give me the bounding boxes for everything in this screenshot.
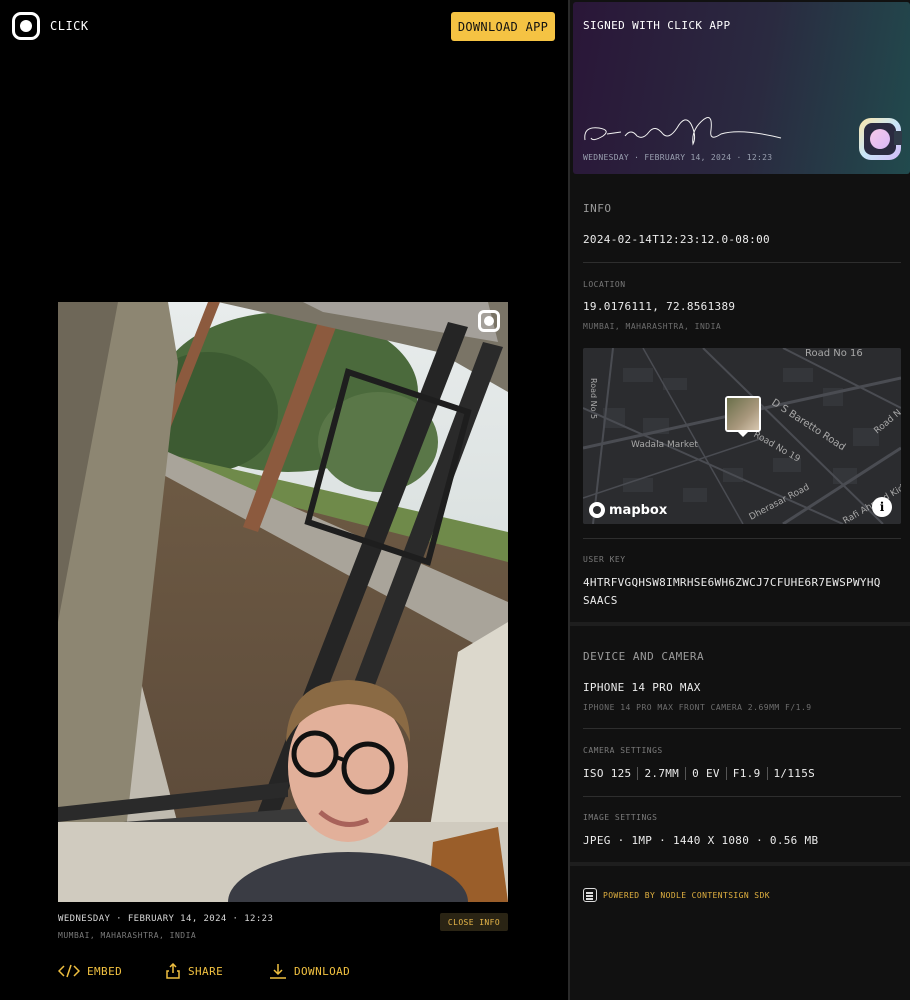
click-logo-icon[interactable] [12,12,40,40]
selfie-photo [58,302,508,902]
close-info-button[interactable]: CLOSE INFO [440,913,508,931]
click-watermark-icon [478,310,500,332]
info-section-title: INFO [583,202,612,215]
divider [583,728,901,729]
share-icon [166,963,180,979]
camera-settings-label: CAMERA SETTINGS [583,746,663,755]
download-button[interactable]: DOWNLOAD [269,962,350,980]
image-settings-value: JPEG · 1MP · 1440 X 1080 · 0.56 MB [583,834,819,847]
separator [685,767,687,780]
handwritten-signature [584,117,782,146]
map-label-road16: Road No 16 [805,348,863,359]
user-key-line-1: 4HTRFVGQHSW8IMRHSE6WH6ZWCJ7CFUHE6R7EWSPW… [583,576,881,589]
map-label-wadala: Wadala Market [631,440,698,450]
exposure-value: 0 EV [692,767,720,780]
user-key-line-2: SAACS [583,594,618,607]
selfie-image [58,302,508,902]
user-key-label: USER KEY [583,555,626,564]
code-icon [58,964,80,978]
powered-by-link[interactable]: POWERED BY NODLE CONTENTSIGN SDK [583,888,770,902]
mapbox-logo-icon [589,502,605,518]
camera-description: IPHONE 14 PRO MAX FRONT CAMERA 2.69MM F/… [583,703,812,712]
separator [766,767,768,780]
gps-coordinates: 19.0176111, 72.8561389 [583,300,736,313]
brand-name: CLICK [50,19,89,33]
divider [583,796,901,797]
location-map[interactable]: Road No 16 D S Baretto Road Road No 19 W… [583,348,901,524]
download-label: DOWNLOAD [294,964,351,978]
device-model: IPHONE 14 PRO MAX [583,681,701,694]
separator [725,767,727,780]
click-app-logo-icon [859,118,902,160]
embed-button[interactable]: EMBED [58,962,122,980]
document-icon [583,888,597,902]
share-button[interactable]: SHARE [165,962,223,980]
location-place: MUMBAI, MAHARASHTRA, INDIA [583,322,722,331]
location-label: LOCATION [583,280,626,289]
photo-date: WEDNESDAY · FEBRUARY 14, 2024 · 12:23 [58,914,274,924]
capture-timestamp: 2024-02-14T12:23:12.0-08:00 [583,233,770,246]
share-label: SHARE [188,964,224,978]
info-panel: SIGNED WITH CLICK APP WEDNESDAY · FEBRUA… [570,0,910,1000]
mapbox-wordmark: mapbox [609,502,668,518]
focal-length-value: 2.7MM [644,767,680,780]
divider [583,262,901,263]
map-info-icon[interactable]: i [872,497,892,517]
shutter-speed-value: 1/115S [773,767,816,780]
download-icon [270,964,286,979]
signature-date: WEDNESDAY · FEBRUARY 14, 2024 · 12:23 [583,153,773,162]
signature-card: SIGNED WITH CLICK APP WEDNESDAY · FEBRUA… [573,2,910,174]
device-section-title: DEVICE AND CAMERA [583,650,705,663]
map-label-road-left: Road No 5 [589,378,598,419]
section-divider [570,862,910,866]
photo-location-pin[interactable] [725,396,761,437]
embed-label: EMBED [87,964,123,978]
photo-location: MUMBAI, MAHARASHTRA, INDIA [58,931,197,940]
aperture-value: F1.9 [732,767,761,780]
section-divider [570,622,910,626]
iso-value: ISO 125 [583,767,632,780]
photo-pane: CLICK DOWNLOAD APP WEDNESDAY · FEBRUARY … [0,0,568,1000]
powered-by-label: POWERED BY NODLE CONTENTSIGN SDK [603,890,770,900]
separator [637,767,639,780]
mapbox-attribution[interactable]: mapbox [589,502,667,518]
divider [583,538,901,539]
download-app-button[interactable]: DOWNLOAD APP [451,12,555,41]
image-settings-label: IMAGE SETTINGS [583,813,658,822]
camera-settings: ISO 125 2.7MM 0 EV F1.9 1/115S [583,767,815,780]
signature-card-title: SIGNED WITH CLICK APP [583,19,731,32]
